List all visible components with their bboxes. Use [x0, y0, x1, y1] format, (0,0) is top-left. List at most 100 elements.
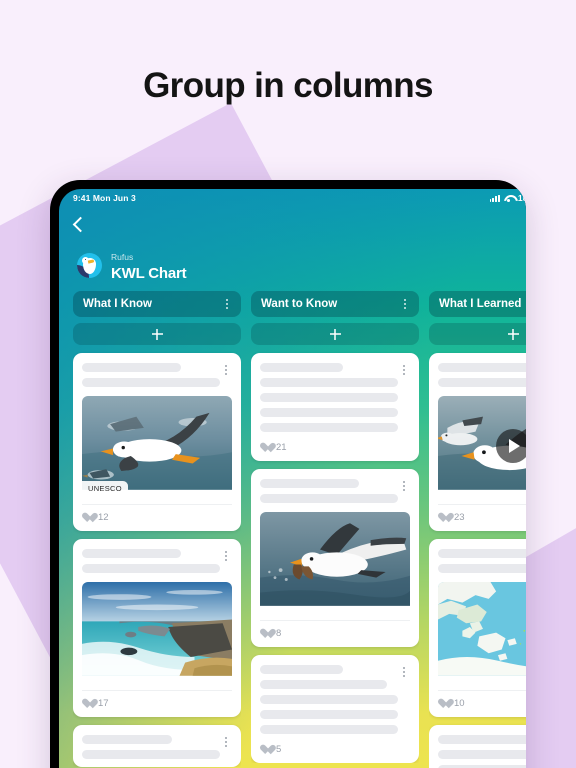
skeleton-text-line: [82, 564, 220, 573]
skeleton-text-line: [260, 725, 398, 734]
card-text-placeholder: [438, 363, 526, 387]
card-media[interactable]: [438, 396, 526, 496]
card-header: [260, 479, 410, 503]
heart-icon[interactable]: [260, 443, 271, 453]
kebab-menu-icon[interactable]: [398, 479, 410, 493]
status-time-date: 9:41 Mon Jun 3: [73, 193, 136, 203]
add-card-button[interactable]: [429, 323, 526, 345]
card-footer: 5: [260, 742, 410, 755]
skeleton-text-line: [82, 378, 220, 387]
board-name-label: KWL Chart: [111, 265, 187, 282]
cellular-bars-icon: [489, 194, 500, 202]
column-card-list: UNESCO 12 17: [73, 351, 241, 767]
plus-icon: [151, 328, 163, 340]
skeleton-text-line: [260, 378, 398, 387]
board-column: What I Learned 23 10: [429, 291, 526, 768]
like-count-label: 10: [454, 698, 465, 709]
skeleton-text-line: [438, 564, 526, 573]
heart-icon[interactable]: [260, 629, 271, 639]
like-count-label: 17: [98, 698, 109, 709]
card-text-placeholder: [438, 549, 526, 573]
heart-icon[interactable]: [82, 513, 93, 523]
tablet-device-frame: 9:41 Mon Jun 3 100%: [50, 180, 526, 768]
card-footer: 17: [82, 690, 232, 709]
add-card-button[interactable]: [251, 323, 419, 345]
heart-icon[interactable]: [438, 699, 449, 709]
like-count-label: 12: [98, 512, 109, 523]
column-title-label: What I Know: [83, 298, 152, 310]
skeleton-text-line: [260, 680, 387, 689]
kebab-menu-icon[interactable]: [398, 363, 410, 377]
card-footer: 8: [260, 620, 410, 639]
device-screen: 9:41 Mon Jun 3 100%: [59, 189, 526, 768]
kebab-menu-icon[interactable]: [220, 363, 232, 377]
card-header: [260, 665, 410, 734]
card-text-placeholder: [82, 735, 220, 759]
card-text-placeholder: [82, 363, 220, 387]
board-card[interactable]: [429, 725, 526, 768]
card-header: [82, 363, 232, 387]
card-header: [260, 363, 410, 432]
board-card[interactable]: [73, 725, 241, 767]
navigation-bar: [59, 207, 526, 243]
skeleton-text-line: [260, 363, 343, 372]
skeleton-text-line: [438, 363, 526, 372]
column-title-label: What I Learned: [439, 298, 522, 310]
card-header: [82, 549, 232, 573]
skeleton-text-line: [438, 549, 526, 558]
card-text-placeholder: [82, 549, 220, 573]
kanban-board[interactable]: What I Know UNESCO 12 17 Want to Know 21…: [59, 285, 526, 768]
heart-icon[interactable]: [260, 745, 271, 755]
skeleton-text-line: [82, 735, 172, 744]
add-card-button[interactable]: [73, 323, 241, 345]
column-header[interactable]: Want to Know: [251, 291, 419, 317]
play-icon[interactable]: [496, 429, 526, 463]
skeleton-text-line: [260, 665, 343, 674]
kebab-menu-icon[interactable]: [221, 297, 233, 311]
board-title-text: Rufus KWL Chart: [111, 247, 187, 283]
kebab-menu-icon[interactable]: [399, 297, 411, 311]
skeleton-text-line: [82, 750, 220, 759]
skeleton-text-line: [438, 750, 526, 759]
kebab-menu-icon[interactable]: [220, 549, 232, 563]
heart-icon[interactable]: [438, 513, 449, 523]
card-text-placeholder: [260, 479, 398, 503]
card-text-placeholder: [260, 665, 398, 734]
plus-icon: [329, 328, 341, 340]
card-text-placeholder: [260, 363, 398, 432]
card-media[interactable]: [438, 582, 526, 682]
status-bar-left: 9:41 Mon Jun 3: [73, 193, 136, 203]
board-column: What I Know UNESCO 12 17: [73, 291, 241, 768]
column-header[interactable]: What I Learned: [429, 291, 526, 317]
like-count-label: 21: [276, 442, 287, 453]
kebab-menu-icon[interactable]: [220, 735, 232, 749]
skeleton-text-line: [260, 479, 360, 488]
status-bar: 9:41 Mon Jun 3 100%: [59, 189, 526, 207]
skeleton-text-line: [260, 695, 398, 704]
column-header[interactable]: What I Know: [73, 291, 241, 317]
card-footer: 23: [438, 504, 526, 523]
chevron-left-icon[interactable]: [73, 216, 84, 234]
card-media[interactable]: [82, 582, 232, 682]
board-card[interactable]: UNESCO 12: [73, 353, 241, 531]
board-card[interactable]: 17: [73, 539, 241, 717]
heart-icon[interactable]: [82, 699, 93, 709]
like-count-label: 5: [276, 744, 282, 755]
seagull-avatar-icon: [77, 252, 102, 278]
board-owner-label: Rufus: [111, 252, 134, 262]
board-card[interactable]: 23: [429, 353, 526, 531]
card-media[interactable]: [260, 512, 410, 612]
card-footer: 21: [260, 440, 410, 453]
skeleton-text-line: [260, 423, 398, 432]
board-card[interactable]: 21: [251, 353, 419, 461]
board-card[interactable]: 8: [251, 469, 419, 647]
skeleton-text-line: [438, 735, 526, 744]
board-card[interactable]: 5: [251, 655, 419, 763]
card-media[interactable]: UNESCO: [82, 396, 232, 496]
column-title-label: Want to Know: [261, 298, 338, 310]
card-header: [438, 735, 526, 768]
skeleton-text-line: [260, 710, 398, 719]
board-card[interactable]: 10: [429, 539, 526, 717]
like-count-label: 23: [454, 512, 465, 523]
kebab-menu-icon[interactable]: [398, 665, 410, 679]
